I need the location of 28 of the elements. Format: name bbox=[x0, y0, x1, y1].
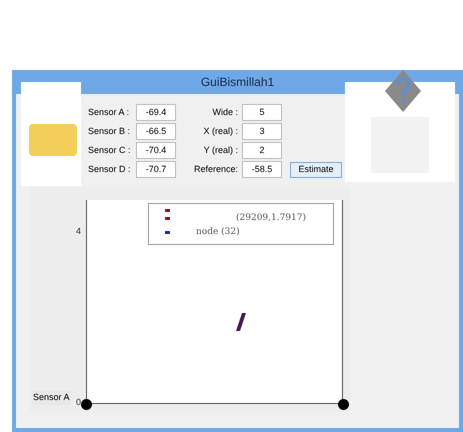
field-label: Wide : bbox=[211, 106, 238, 119]
window-title: GuiBismillah1 bbox=[200, 74, 274, 91]
input-field[interactable]: -58.5 bbox=[242, 161, 282, 178]
field-label: Sensor D : bbox=[88, 162, 132, 176]
legend-text: node (32) bbox=[196, 226, 240, 238]
field-label: X (real) : bbox=[202, 124, 238, 138]
input-field[interactable]: -70.7 bbox=[136, 161, 176, 178]
input-field[interactable]: -69.4 bbox=[136, 104, 176, 121]
input-field[interactable]: -70.4 bbox=[136, 142, 176, 159]
field-label: Sensor C : bbox=[88, 144, 132, 157]
estimate-button[interactable]: Estimate bbox=[290, 162, 342, 178]
field-label: Sensor B : bbox=[88, 124, 132, 138]
help-icon bbox=[385, 70, 421, 112]
input-field[interactable]: 3 bbox=[242, 123, 282, 140]
point-marker bbox=[338, 399, 349, 410]
field-label: Reference: bbox=[192, 162, 238, 176]
tab-icon bbox=[29, 124, 77, 156]
point-marker bbox=[81, 399, 92, 410]
field-label: Sensor A : bbox=[88, 106, 130, 119]
input-field[interactable]: 5 bbox=[242, 104, 282, 121]
plot-mark-icon bbox=[236, 313, 246, 331]
input-field[interactable]: 2 bbox=[242, 142, 282, 159]
legend-text: (29209,1.7917) bbox=[236, 212, 306, 225]
axis-label: Sensor A bbox=[32, 391, 71, 404]
tick-label: 0 bbox=[76, 396, 82, 409]
input-field[interactable]: -66.5 bbox=[136, 123, 176, 140]
field-label: Y (real) : bbox=[202, 144, 238, 157]
tick-label: 4 bbox=[76, 225, 82, 238]
